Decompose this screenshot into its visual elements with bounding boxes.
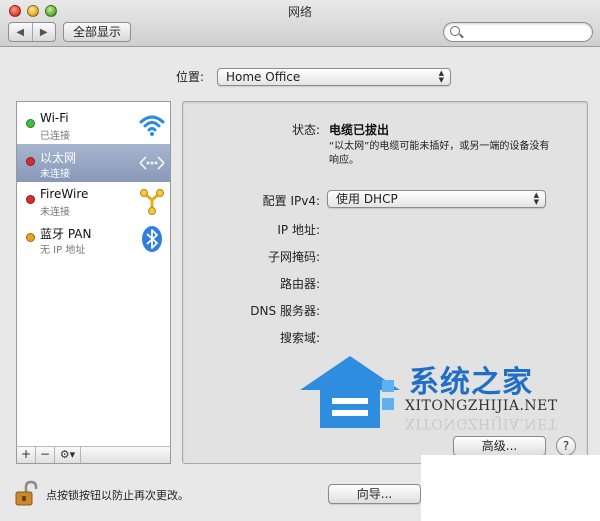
service-status: 已连接 (40, 131, 70, 142)
status-description: “以太网”的电缆可能未插好，或另一端的设备没有响应。 (329, 141, 550, 166)
service-status: 未连接 (40, 169, 70, 180)
network-preferences-window: 网络 ◀ ▶ 全部显示 位置: Home Office ▲ ▼ Wi-Fi 已连接 (0, 0, 600, 521)
status-label: 状态: (291, 123, 320, 137)
gear-menu-button[interactable]: ⚙▾ (55, 447, 81, 463)
service-list: Wi-Fi 已连接 以太网 未连接 FireWire 未连接 蓝牙 PAN 无 … (16, 101, 171, 447)
lock-icon[interactable] (15, 480, 39, 506)
dns-server-label: DNS 服务器: (250, 304, 320, 318)
toolbar: 网络 ◀ ▶ 全部显示 (0, 0, 600, 47)
status-value: 电缆已拔出 (329, 123, 390, 137)
service-name: Wi-Fi (40, 111, 69, 125)
status-dot-red (26, 157, 35, 166)
firewire-icon (140, 189, 164, 215)
add-service-button[interactable]: + (17, 447, 36, 463)
service-status: 未连接 (40, 207, 70, 218)
configure-ipv4-label: 配置 IPv4: (262, 194, 320, 208)
forward-button[interactable]: ▶ (31, 23, 56, 41)
service-name: 以太网 (40, 151, 77, 165)
location-value: Home Office (226, 70, 301, 84)
service-item-firewire[interactable]: FireWire 未连接 (17, 182, 170, 220)
bluetooth-icon (142, 226, 162, 252)
ethernet-icon (139, 156, 165, 170)
show-all-button[interactable]: 全部显示 (63, 22, 131, 42)
search-field[interactable] (443, 22, 593, 42)
service-name: FireWire (40, 187, 89, 201)
watermark-url: XITONGZHIJIA.NET (405, 398, 558, 414)
location-popup[interactable]: Home Office ▲ ▼ (217, 68, 451, 86)
location-label: 位置: (176, 70, 205, 84)
wifi-icon (139, 115, 165, 136)
ip-address-label: IP 地址: (277, 223, 320, 237)
watermark-url-reflection: XITONGZHIJIA.NET (405, 415, 558, 431)
configure-ipv4-popup[interactable]: 使用 DHCP ▲ ▼ (327, 190, 546, 208)
watermark-text: 系统之家 (409, 365, 533, 400)
assistant-button[interactable]: 向导... (328, 484, 421, 504)
remove-service-button[interactable]: − (36, 447, 55, 463)
help-button[interactable]: ? (556, 436, 576, 456)
service-item-ethernet[interactable]: 以太网 未连接 (17, 144, 170, 182)
advanced-button[interactable]: 高级... (453, 436, 546, 456)
status-dot-green (26, 119, 35, 128)
status-dot-orange (26, 233, 35, 242)
window-title: 网络 (287, 5, 312, 19)
subnet-mask-label: 子网掩码: (267, 250, 320, 264)
chevron-updown-icon: ▲ ▼ (533, 191, 539, 206)
configure-ipv4-value: 使用 DHCP (336, 192, 398, 206)
service-item-bluetooth-pan[interactable]: 蓝牙 PAN 无 IP 地址 (17, 220, 170, 258)
lock-hint-text: 点按锁按钮以防止再次更改。 (46, 489, 189, 502)
service-item-wifi[interactable]: Wi-Fi 已连接 (17, 106, 170, 144)
search-domain-label: 搜索域: (279, 331, 320, 345)
search-icon (450, 26, 460, 36)
status-dot-red (26, 195, 35, 204)
service-name: 蓝牙 PAN (40, 227, 92, 241)
router-label: 路由器: (279, 277, 320, 291)
chevron-updown-icon: ▲ ▼ (438, 69, 444, 84)
back-button[interactable]: ◀ (9, 23, 32, 41)
service-list-toolbar: + − ⚙▾ (16, 446, 171, 464)
back-forward-control: ◀ ▶ (8, 22, 56, 42)
overlay-block (421, 455, 600, 521)
service-status: 无 IP 地址 (40, 245, 86, 256)
